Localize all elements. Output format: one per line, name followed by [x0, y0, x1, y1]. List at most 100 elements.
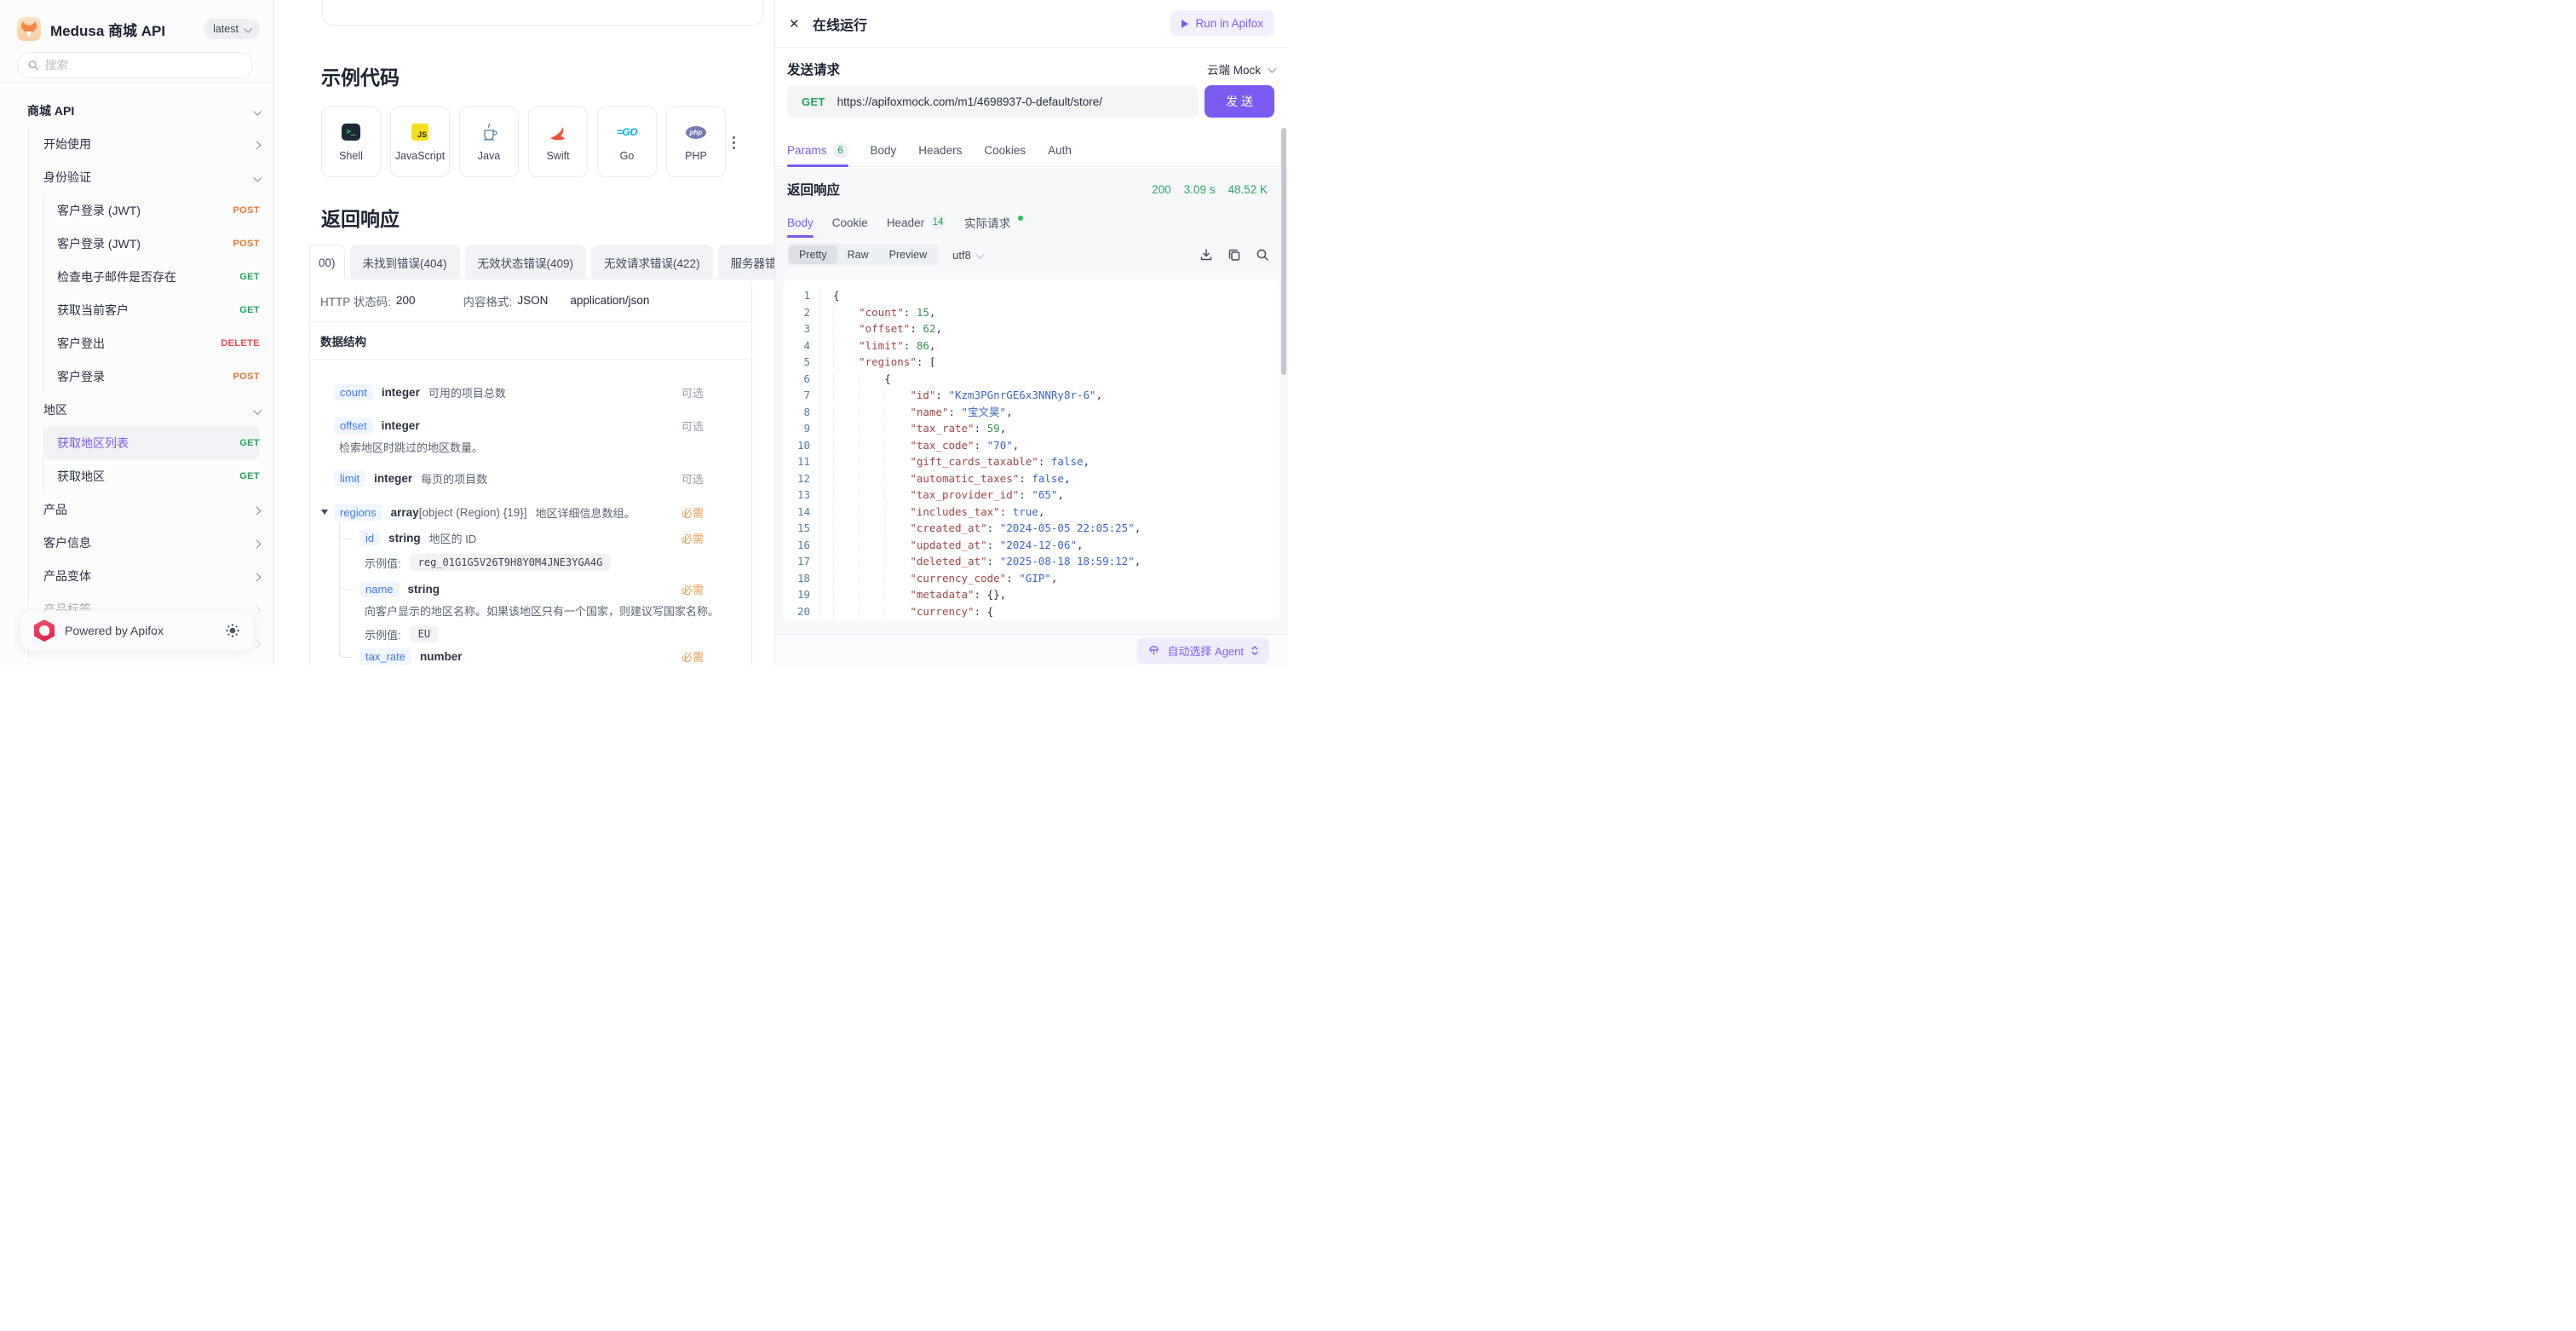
sidebar-item-客户登录 (JWT)[interactable]: 客户登录 (JWT)POST [44, 193, 260, 227]
sidebar-group-身份验证[interactable]: 身份验证 [29, 160, 260, 193]
collapse-caret-icon[interactable] [321, 510, 328, 515]
agent-icon [1147, 644, 1160, 657]
status-tab-服务器错误[interactable]: 服务器错误 [718, 245, 775, 279]
code-line: 6 { [784, 371, 1279, 388]
api-nav: 商城 API 开始使用身份验证客户登录 (JWT)POST客户登录 (JWT)P… [0, 94, 273, 666]
close-icon[interactable]: ✕ [789, 16, 806, 32]
sidebar-item-客户登出[interactable]: 客户登出DELETE [44, 326, 260, 360]
powered-by-card[interactable]: Powered by Apifox [20, 611, 254, 650]
copy-icon[interactable] [1228, 248, 1241, 262]
sidebar-item-客户登录[interactable]: 客户登录POST [44, 360, 260, 393]
field-type-detail: [object (Region) {19}] [419, 506, 527, 519]
field-desc-inline: 可用的项目总数 [428, 384, 506, 400]
language-card-row: >_ShellJSJavaScriptJavaSwift=GOGophpPHP [321, 107, 726, 177]
go-icon: =GO [617, 126, 637, 138]
method-badge: GET [239, 438, 260, 448]
request-tab-Cookies[interactable]: Cookies [984, 136, 1026, 166]
encoding-selector[interactable]: utf8 [952, 249, 982, 262]
more-languages-button[interactable] [726, 135, 741, 150]
code-line: 7 "id": "Kzm3PGnrGE6x3NNRy8r-6", [784, 387, 1279, 404]
chevron-down-icon [244, 24, 252, 32]
download-icon[interactable] [1199, 248, 1213, 262]
nav-root-group[interactable]: 商城 API [17, 94, 260, 127]
request-tab-Auth[interactable]: Auth [1048, 136, 1072, 166]
sidebar-group-开始使用[interactable]: 开始使用 [29, 127, 260, 160]
field-name-badge[interactable]: tax_rate [359, 648, 411, 665]
view-mode-Raw[interactable]: Raw [837, 245, 879, 264]
response-tab-Cookie[interactable]: Cookie [832, 210, 868, 236]
view-mode-Pretty[interactable]: Pretty [789, 245, 837, 264]
status-tab-无效状态错误(409)[interactable]: 无效状态错误(409) [465, 245, 587, 279]
status-tab-未找到错误(404)[interactable]: 未找到错误(404) [350, 245, 460, 279]
line-number: 14 [784, 504, 821, 521]
search-response-icon[interactable] [1256, 248, 1269, 262]
line-number: 8 [784, 404, 821, 421]
tree-connector [339, 583, 353, 591]
sidebar-item-获取地区[interactable]: 获取地区GET [44, 459, 260, 493]
language-card-PHP[interactable]: phpPHP [666, 107, 726, 177]
schema-field-offset: offsetinteger可选 [334, 416, 734, 435]
schema-field-regions: regionsarray[object (Region) {19}]地区详细信息… [334, 503, 734, 521]
url-row: GET 发 送 [787, 85, 1274, 118]
request-tab-Params[interactable]: Params6 [787, 136, 848, 166]
line-number: 17 [784, 553, 821, 570]
tab-label: Header [887, 216, 924, 229]
response-tab-Body[interactable]: Body [787, 210, 814, 236]
field-name-badge[interactable]: count [334, 384, 373, 400]
language-card-Swift[interactable]: Swift [528, 107, 588, 177]
method-badge: GET [239, 471, 260, 481]
language-card-JavaScript[interactable]: JSJavaScript [390, 107, 450, 177]
sidebar-group-产品变体[interactable]: 产品变体 [29, 559, 260, 592]
sidebar-group-产品[interactable]: 产品 [29, 493, 260, 526]
field-flag: 必需 [681, 504, 704, 521]
field-name-badge[interactable]: name [359, 581, 400, 597]
group-label: 产品 [43, 501, 67, 518]
example-value-chip[interactable]: EU [410, 625, 439, 642]
tab-label: Cookies [984, 144, 1026, 157]
search-box[interactable] [17, 52, 253, 78]
status-tab-无效请求错误(422)[interactable]: 无效请求错误(422) [591, 245, 713, 279]
run-in-apifox-button[interactable]: Run in Apifox [1170, 10, 1274, 37]
line-number: 12 [784, 470, 821, 487]
line-number: 16 [784, 537, 821, 554]
request-tab-Body[interactable]: Body [871, 136, 897, 166]
language-card-Go[interactable]: =GOGo [597, 107, 657, 177]
sidebar-item-获取当前客户[interactable]: 获取当前客户GET [44, 293, 260, 326]
search-input[interactable] [45, 59, 242, 72]
field-name-badge[interactable]: limit [334, 470, 365, 487]
language-card-Java[interactable]: Java [459, 107, 519, 177]
method-badge: GET [239, 305, 260, 315]
agent-selector[interactable]: 自动选择 Agent [1137, 637, 1269, 664]
response-json-viewer[interactable]: 1{2 "count": 15,3 "offset": 62,4 "limit"… [784, 279, 1279, 620]
field-desc-inline: 每页的项目数 [421, 470, 487, 487]
sidebar-item-检查电子邮件是否存在[interactable]: 检查电子邮件是否存在GET [44, 260, 260, 293]
field-name-badge[interactable]: offset [334, 418, 373, 434]
field-description: 检索地区时跳过的地区数量。 [339, 438, 483, 455]
view-mode-Preview[interactable]: Preview [879, 245, 937, 264]
runner-header: ✕ 在线运行 Run in Apifox [775, 0, 1288, 48]
field-name-badge[interactable]: regions [334, 504, 382, 521]
field-name-badge[interactable]: id [359, 530, 380, 546]
sidebar-group-地区[interactable]: 地区 [29, 393, 260, 426]
request-tabs: Params6 Body Headers Cookies Auth [775, 136, 1288, 167]
sidebar-item-获取地区列表[interactable]: 获取地区列表GET [44, 426, 260, 459]
url-input[interactable] [837, 95, 1199, 108]
tab-label: Body [871, 144, 897, 157]
sidebar-item-客户登录 (JWT)[interactable]: 客户登录 (JWT)POST [44, 227, 260, 260]
nav-endpoints: 获取地区列表GET获取地区GET [43, 426, 260, 493]
language-card-Shell[interactable]: >_Shell [321, 107, 381, 177]
environment-selector[interactable]: 云端 Mock [1207, 60, 1274, 78]
sidebar-group-客户信息[interactable]: 客户信息 [29, 526, 260, 559]
panel-scrollbar-thumb[interactable] [1281, 128, 1286, 375]
theme-toggle-sun-icon[interactable] [225, 623, 240, 638]
request-tab-Headers[interactable]: Headers [918, 136, 962, 166]
response-tab-Header[interactable]: Header14 [887, 210, 946, 236]
status-tab-00)[interactable]: 00) [309, 245, 345, 279]
example-value-chip[interactable]: reg_01G1G5V26T9H8Y0M4JNE3YGA4G [410, 554, 612, 571]
response-detail-box: HTTP 状态码: 200 内容格式: JSON application/jso… [309, 279, 752, 666]
send-button[interactable]: 发 送 [1205, 85, 1274, 118]
code-line: 17 "deleted_at": "2025-08-18 18:59:12", [784, 553, 1279, 570]
response-tab-实际请求[interactable]: 实际请求 [964, 210, 1023, 236]
version-selector[interactable]: latest [204, 19, 260, 39]
line-number: 11 [784, 453, 821, 470]
